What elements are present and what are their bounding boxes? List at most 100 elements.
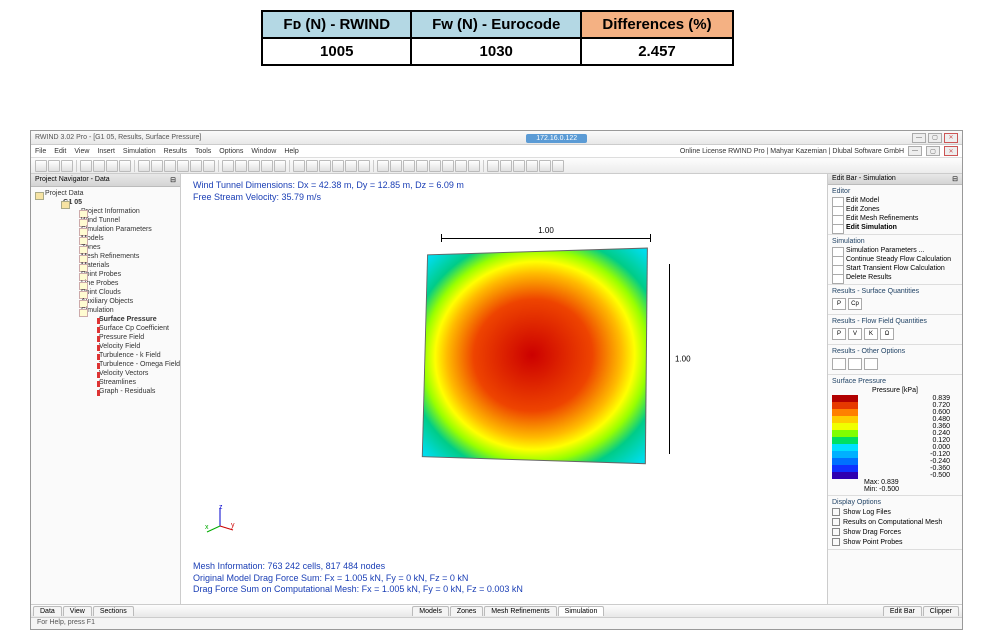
tab-mesh-refinements[interactable]: Mesh Refinements <box>484 606 556 616</box>
menu-view[interactable]: View <box>74 148 89 155</box>
toolbar-icon[interactable] <box>93 160 105 172</box>
tree-item[interactable]: Mesh Refinements <box>71 252 176 261</box>
menu-file[interactable]: File <box>35 148 46 155</box>
toolbar-icon[interactable] <box>358 160 370 172</box>
menu-insert[interactable]: Insert <box>97 148 115 155</box>
toolbar-icon[interactable] <box>235 160 247 172</box>
tree-leaf[interactable]: Surface Cp Coefficient <box>89 324 176 333</box>
toolbar-icon[interactable] <box>222 160 234 172</box>
tree-leaf-surface-pressure[interactable]: Surface Pressure <box>89 315 176 324</box>
edit-model-button[interactable]: Edit Model <box>832 196 958 205</box>
other-opt-button[interactable] <box>848 358 862 370</box>
editbar-pin-icon[interactable]: ⊟ <box>952 175 958 183</box>
menu-help[interactable]: Help <box>284 148 298 155</box>
tab-sections[interactable]: Sections <box>93 606 134 616</box>
show-drag-checkbox[interactable] <box>832 528 840 536</box>
menu-simulation[interactable]: Simulation <box>123 148 156 155</box>
flow-v-button[interactable]: V <box>848 328 862 340</box>
tree-leaf[interactable]: Pressure Field <box>89 333 176 342</box>
toolbar-icon[interactable] <box>306 160 318 172</box>
sim-params-button[interactable]: Simulation Parameters ... <box>832 246 958 255</box>
toolbar-icon[interactable] <box>319 160 331 172</box>
show-log-checkbox[interactable] <box>832 508 840 516</box>
result-p-button[interactable]: P <box>832 298 846 310</box>
tab-data[interactable]: Data <box>33 606 62 616</box>
flow-p-button[interactable]: P <box>832 328 846 340</box>
toolbar-icon[interactable] <box>274 160 286 172</box>
tab-models[interactable]: Models <box>412 606 449 616</box>
flow-k-button[interactable]: K <box>864 328 878 340</box>
result-cp-button[interactable]: Cp <box>848 298 862 310</box>
toolbar-icon[interactable] <box>468 160 480 172</box>
menu-edit[interactable]: Edit <box>54 148 66 155</box>
toolbar-icon[interactable] <box>248 160 260 172</box>
tree-leaf[interactable]: Turbulence - k Field <box>89 351 176 360</box>
menu-results[interactable]: Results <box>164 148 187 155</box>
toolbar-icon[interactable] <box>261 160 273 172</box>
toolbar-icon[interactable] <box>552 160 564 172</box>
minimize-button[interactable]: — <box>912 133 926 143</box>
toolbar-icon[interactable] <box>416 160 428 172</box>
toolbar-icon[interactable] <box>403 160 415 172</box>
other-opt-button[interactable] <box>832 358 846 370</box>
toolbar-icon[interactable] <box>345 160 357 172</box>
menu-window[interactable]: Window <box>251 148 276 155</box>
flow-omega-button[interactable]: Ω <box>880 328 894 340</box>
toolbar-icon[interactable] <box>48 160 60 172</box>
toolbar-icon[interactable] <box>80 160 92 172</box>
start-transient-button[interactable]: Start Transient Flow Calculation <box>832 264 958 273</box>
tree-item[interactable]: Materials <box>71 261 176 270</box>
toolbar-icon[interactable] <box>332 160 344 172</box>
toolbar-icon[interactable] <box>35 160 47 172</box>
results-mesh-checkbox[interactable] <box>832 518 840 526</box>
toolbar-icon[interactable] <box>377 160 389 172</box>
tree-item[interactable]: Wind Tunnel <box>71 216 176 225</box>
mdi-close-button[interactable]: ✕ <box>944 146 958 156</box>
toolbar-icon[interactable] <box>429 160 441 172</box>
toolbar-icon[interactable] <box>164 160 176 172</box>
mdi-maximize-button[interactable]: ▢ <box>926 146 940 156</box>
navigator-pin-icon[interactable]: ⊟ <box>170 176 176 184</box>
tree-item[interactable]: Point Probes <box>71 270 176 279</box>
tree-root[interactable]: Project Data <box>35 189 176 198</box>
tree-item[interactable]: Auxiliary Objects <box>71 297 176 306</box>
continue-steady-button[interactable]: Continue Steady Flow Calculation <box>832 255 958 264</box>
tree-leaf[interactable]: Velocity Vectors <box>89 369 176 378</box>
viewport-3d[interactable]: Wind Tunnel Dimensions: Dx = 42.38 m, Dy… <box>181 174 827 604</box>
menu-options[interactable]: Options <box>219 148 243 155</box>
toolbar-icon[interactable] <box>138 160 150 172</box>
toolbar-icon[interactable] <box>106 160 118 172</box>
show-probes-checkbox[interactable] <box>832 538 840 546</box>
axis-gizmo[interactable]: zxy <box>205 504 235 534</box>
toolbar-icon[interactable] <box>390 160 402 172</box>
tree-item[interactable]: Models <box>71 234 176 243</box>
toolbar-icon[interactable] <box>539 160 551 172</box>
tree-item-simulation[interactable]: Simulation <box>71 306 176 315</box>
edit-simulation-button[interactable]: Edit Simulation <box>832 223 958 232</box>
tree-leaf[interactable]: Turbulence - Omega Field <box>89 360 176 369</box>
toolbar-icon[interactable] <box>455 160 467 172</box>
edit-zones-button[interactable]: Edit Zones <box>832 205 958 214</box>
tree-item[interactable]: Simulation Parameters <box>71 225 176 234</box>
tab-editbar[interactable]: Edit Bar <box>883 606 922 616</box>
delete-results-button[interactable]: Delete Results <box>832 273 958 282</box>
toolbar-icon[interactable] <box>513 160 525 172</box>
toolbar-icon[interactable] <box>293 160 305 172</box>
tab-clipper[interactable]: Clipper <box>923 606 959 616</box>
tree-item[interactable]: Point Clouds <box>71 288 176 297</box>
toolbar-icon[interactable] <box>203 160 215 172</box>
toolbar-icon[interactable] <box>177 160 189 172</box>
menu-tools[interactable]: Tools <box>195 148 211 155</box>
tree-item[interactable]: Line Probes <box>71 279 176 288</box>
toolbar-icon[interactable] <box>526 160 538 172</box>
tree-leaf[interactable]: Velocity Field <box>89 342 176 351</box>
tab-view[interactable]: View <box>63 606 92 616</box>
tree-project[interactable]: G1 05 <box>53 198 176 207</box>
toolbar-icon[interactable] <box>442 160 454 172</box>
tree-leaf[interactable]: Graph - Residuals <box>89 387 176 396</box>
tab-simulation[interactable]: Simulation <box>558 606 605 616</box>
toolbar-icon[interactable] <box>119 160 131 172</box>
tree-item[interactable]: Project Information <box>71 207 176 216</box>
toolbar-icon[interactable] <box>487 160 499 172</box>
tree-item[interactable]: Zones <box>71 243 176 252</box>
